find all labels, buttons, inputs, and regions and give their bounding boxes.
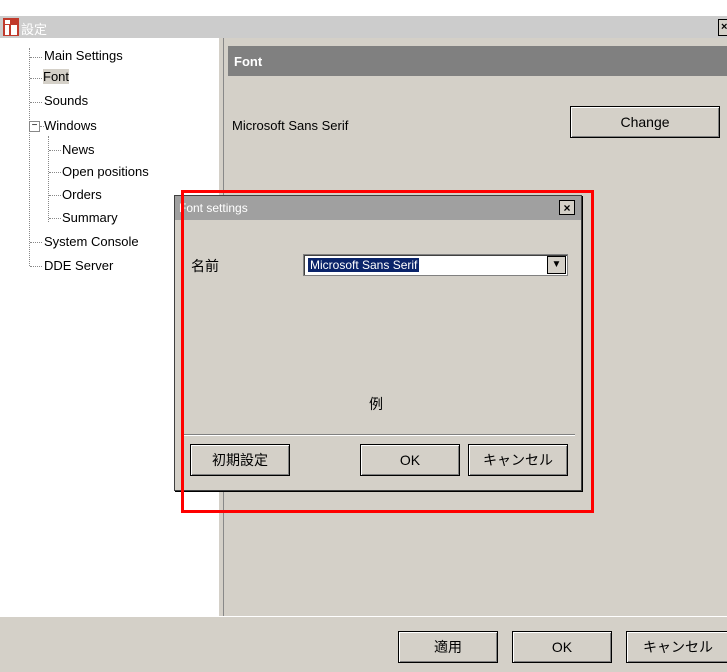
window-close-icon[interactable]: ×	[718, 19, 727, 36]
apply-button[interactable]: 適用	[398, 631, 498, 663]
panel-header: Font	[228, 46, 727, 76]
change-font-button[interactable]: Change	[570, 106, 720, 138]
collapse-icon[interactable]: −	[29, 121, 40, 132]
app-icon	[3, 18, 19, 36]
panel-title: Font	[234, 54, 263, 69]
ok-button[interactable]: OK	[512, 631, 612, 663]
tree-item-orders[interactable]: Orders	[62, 187, 102, 202]
tree-item-dde-server[interactable]: DDE Server	[44, 258, 113, 273]
tree-item-open-positions[interactable]: Open positions	[62, 164, 149, 179]
tree-item-windows[interactable]: Windows	[44, 118, 97, 133]
tree-item-font[interactable]: Font	[43, 69, 70, 84]
tree-item-news[interactable]: News	[62, 142, 95, 157]
current-font-name: Microsoft Sans Serif	[232, 118, 349, 133]
cancel-button[interactable]: キャンセル	[626, 631, 727, 663]
bottom-button-bar: 適用 OK キャンセル	[0, 616, 727, 672]
window-title: 設定	[21, 22, 48, 37]
tree-item-main-settings[interactable]: Main Settings	[44, 48, 123, 63]
tree-item-system-console[interactable]: System Console	[44, 234, 139, 249]
tree-item-summary[interactable]: Summary	[62, 210, 118, 225]
highlight-box	[181, 190, 594, 513]
tree-item-sounds[interactable]: Sounds	[44, 93, 88, 108]
window-title-bar: 設定 ×	[0, 16, 727, 38]
